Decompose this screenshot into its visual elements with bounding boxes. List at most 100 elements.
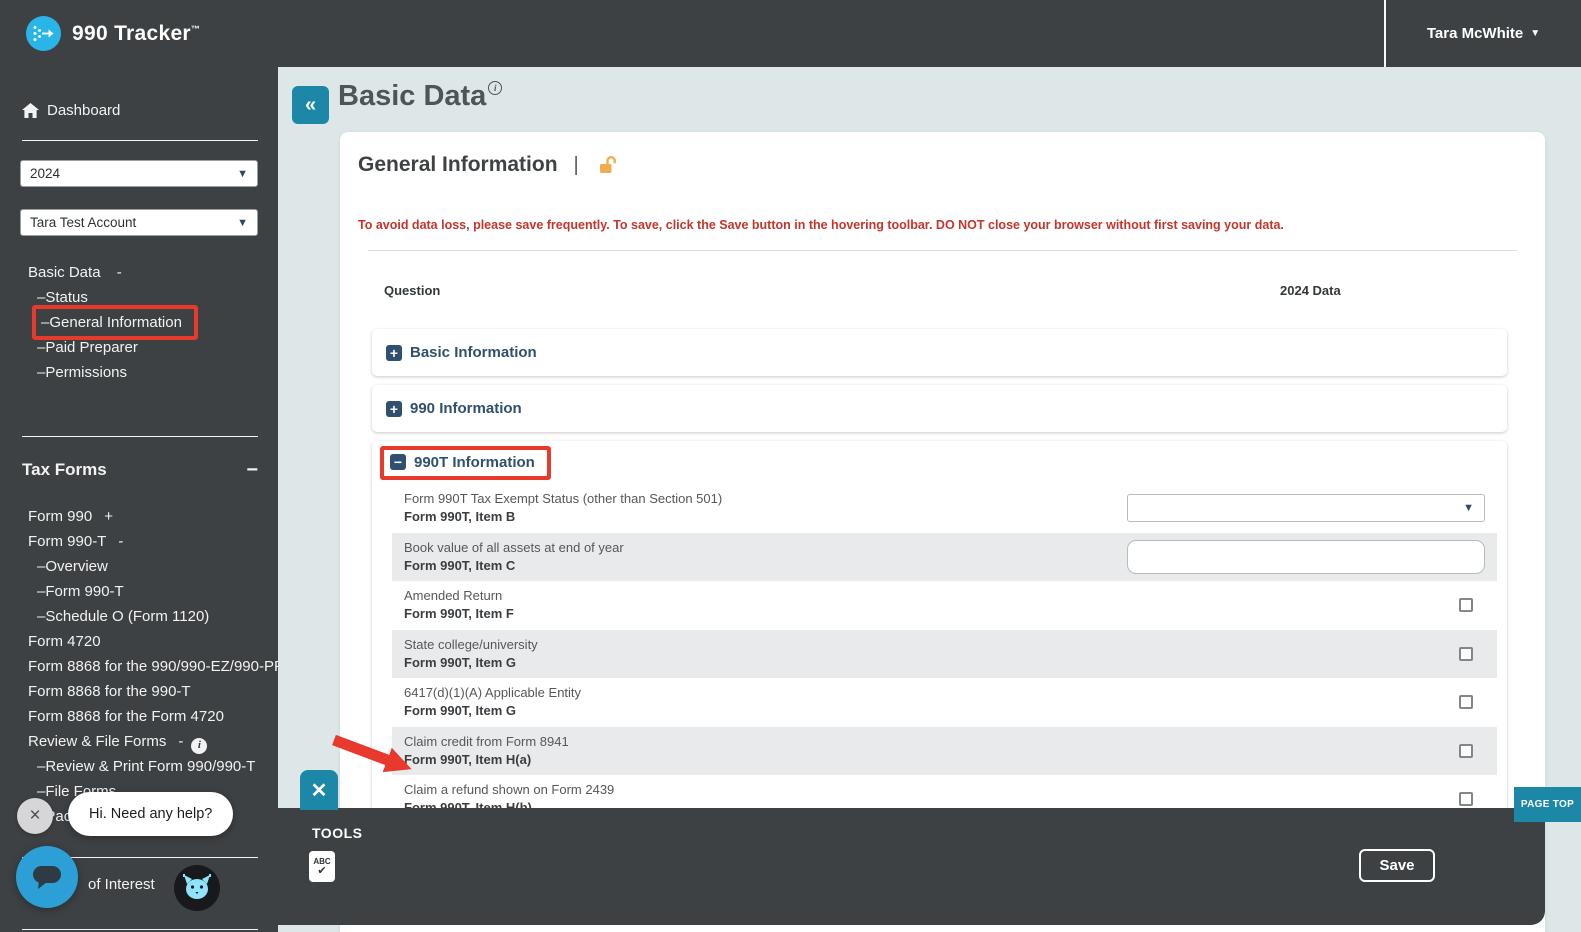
question-label: Amended Return [404,587,1117,605]
question-label: Claim credit from Form 8941 [404,733,1117,751]
question-label: Claim a refund shown on Form 2439 [404,781,1117,799]
collapse-indicator: - [178,733,183,750]
section-990t-information: −990T Information Form 990T Tax Exempt St… [372,441,1507,824]
table-row: Book value of all assets at end of yearF… [392,533,1497,582]
sidebar-item-form-4720[interactable]: Form 4720 [0,629,278,654]
app-logo[interactable]: 990 Tracker™ [26,16,200,51]
sidebar-item-basic-data[interactable]: Basic Data - [0,260,278,285]
account-select[interactable]: Tara Test Account ▼ [20,209,258,236]
sidebar-divider [22,929,258,930]
answer-select[interactable]: ▼ [1127,494,1485,522]
sidebar-item-review-file-forms[interactable]: Review & File Forms-i [0,729,278,754]
form-item-label: Form 990T, Item G [404,702,1117,720]
question-label: Book value of all assets at end of year [404,539,1117,557]
section-header-990-information[interactable]: +990 Information [372,385,1507,432]
page-top-button[interactable]: PAGE TOP [1514,787,1581,822]
chat-greeting-bubble[interactable]: Hi. Need any help? [68,792,233,836]
title-separator: | [574,154,579,177]
section-990-information: +990 Information [372,385,1507,432]
sidebar-item-overview[interactable]: –Overview [0,554,278,579]
answer-control: ▼ [1117,494,1497,522]
form-item-label: Form 990T, Item F [404,605,1117,623]
answer-checkbox[interactable] [1459,695,1473,709]
question-text: Book value of all assets at end of yearF… [392,539,1117,575]
form-item-label: Form 990T, Item B [404,508,1117,526]
spellcheck-button[interactable]: ABC ✔ [309,851,335,882]
column-question: Question [384,283,440,298]
year-select[interactable]: 2024 ▼ [20,160,258,187]
section-header-990t-information[interactable]: −990T Information [372,441,1507,484]
question-label: State college/university [404,636,1117,654]
card-divider [368,250,1517,251]
app-header: 990 Tracker™ Tara McWhite ▼ [0,0,1581,67]
answer-control [1117,540,1497,574]
form-item-label: Form 990T, Item G [404,654,1117,672]
unlock-icon[interactable] [597,156,616,174]
answer-checkbox[interactable] [1459,792,1473,806]
table-header-row: Question 2024 Data [384,283,1501,301]
tools-label: TOOLS [312,825,362,841]
sidebar-item-form-990[interactable]: Form 990+ [0,504,278,529]
answer-checkbox[interactable] [1459,744,1473,758]
sidebar-item-form-8868-for-the-990-990-ez-990-pf[interactable]: Form 8868 for the 990/990-EZ/990-PF [0,654,278,679]
sidebar-divider [22,436,258,437]
section-header-basic-information[interactable]: + Basic Information [372,329,1507,376]
expand-icon: + [386,401,402,417]
sidebar-item-form-990-t[interactable]: –Form 990-T [0,579,278,604]
990-tracker-logo-icon [26,16,61,51]
chat-launcher-button[interactable] [16,846,78,908]
sidebar-item-form-990-t[interactable]: Form 990-T- [0,529,278,554]
section-basic-information: + Basic Information [372,329,1507,376]
question-label: 6417(d)(1)(A) Applicable Entity [404,684,1117,702]
sidebar-item-permissions[interactable]: –Permissions [0,360,278,385]
chevron-down-icon: ▼ [1463,502,1474,514]
user-menu[interactable]: Tara McWhite ▼ [1384,0,1581,67]
chat-dismiss-button[interactable]: × [17,798,53,834]
chevron-down-icon: ▼ [237,217,248,229]
sidebar-item-schedule-o-form-1120[interactable]: –Schedule O (Form 1120) [0,604,278,629]
accordion-list: + Basic Information +990 Information −990T … [372,329,1507,824]
sidebar-item-review-print-form-990-990-t[interactable]: –Review & Print Form 990/990-T [0,754,278,779]
main-content: « Basic Datai General Information | To a… [278,67,1581,932]
info-icon[interactable]: i [488,81,502,95]
sidebar-divider [22,140,258,141]
form-item-label: Form 990T, Item C [404,557,1117,575]
section-label: 990T Information [414,454,535,471]
form-item-label: Form 990T, Item H(a) [404,751,1117,769]
page-title: Basic Datai [338,80,502,113]
answer-checkbox[interactable] [1459,647,1473,661]
question-label: Form 990T Tax Exempt Status (other than … [404,490,1117,508]
collapse-icon: − [390,454,406,470]
sidebar-item-general-information[interactable]: –General Information [0,310,278,335]
section-label: Basic Information [410,344,537,361]
tax-forms-list: Form 990+Form 990-T-–Overview–Form 990-T… [0,504,278,829]
table-row: 6417(d)(1)(A) Applicable EntityForm 990T… [392,678,1497,727]
answer-checkbox[interactable] [1459,598,1473,612]
assistant-cat-avatar[interactable] [174,865,220,911]
collapse-indicator: - [117,264,122,281]
table-row: Amended ReturnForm 990T, Item F [392,581,1497,630]
answer-control [1117,792,1497,806]
info-icon[interactable]: i [191,738,207,754]
column-2024-data: 2024 Data [1280,283,1341,298]
answer-input[interactable] [1127,540,1485,574]
sidebar-item-form-8868-for-the-990-t[interactable]: Form 8868 for the 990-T [0,679,278,704]
answer-control [1117,598,1497,612]
save-button[interactable]: Save [1359,849,1435,882]
items-of-interest-label[interactable]: of Interest [88,876,155,893]
toolbar-close-button[interactable]: ✕ [300,770,338,810]
dashboard-label: Dashboard [47,102,120,119]
collapse-indicator: + [104,508,113,525]
question-text: Form 990T Tax Exempt Status (other than … [392,490,1117,526]
sidebar-item-dashboard[interactable]: Dashboard [22,100,278,120]
expand-icon: + [386,345,402,361]
user-name: Tara McWhite [1427,25,1523,42]
collapse-section-control[interactable]: − [246,459,258,482]
app-title: 990 Tracker™ [72,22,200,46]
question-text: Amended ReturnForm 990T, Item F [392,587,1117,623]
sidebar-item-form-8868-for-the-form-4720[interactable]: Form 8868 for the Form 4720 [0,704,278,729]
year-select-value: 2024 [30,166,60,181]
sidebar-collapse-button[interactable]: « [292,86,329,124]
tax-forms-heading-row: Tax Forms − [22,457,258,483]
question-text: State college/universityForm 990T, Item … [392,636,1117,672]
